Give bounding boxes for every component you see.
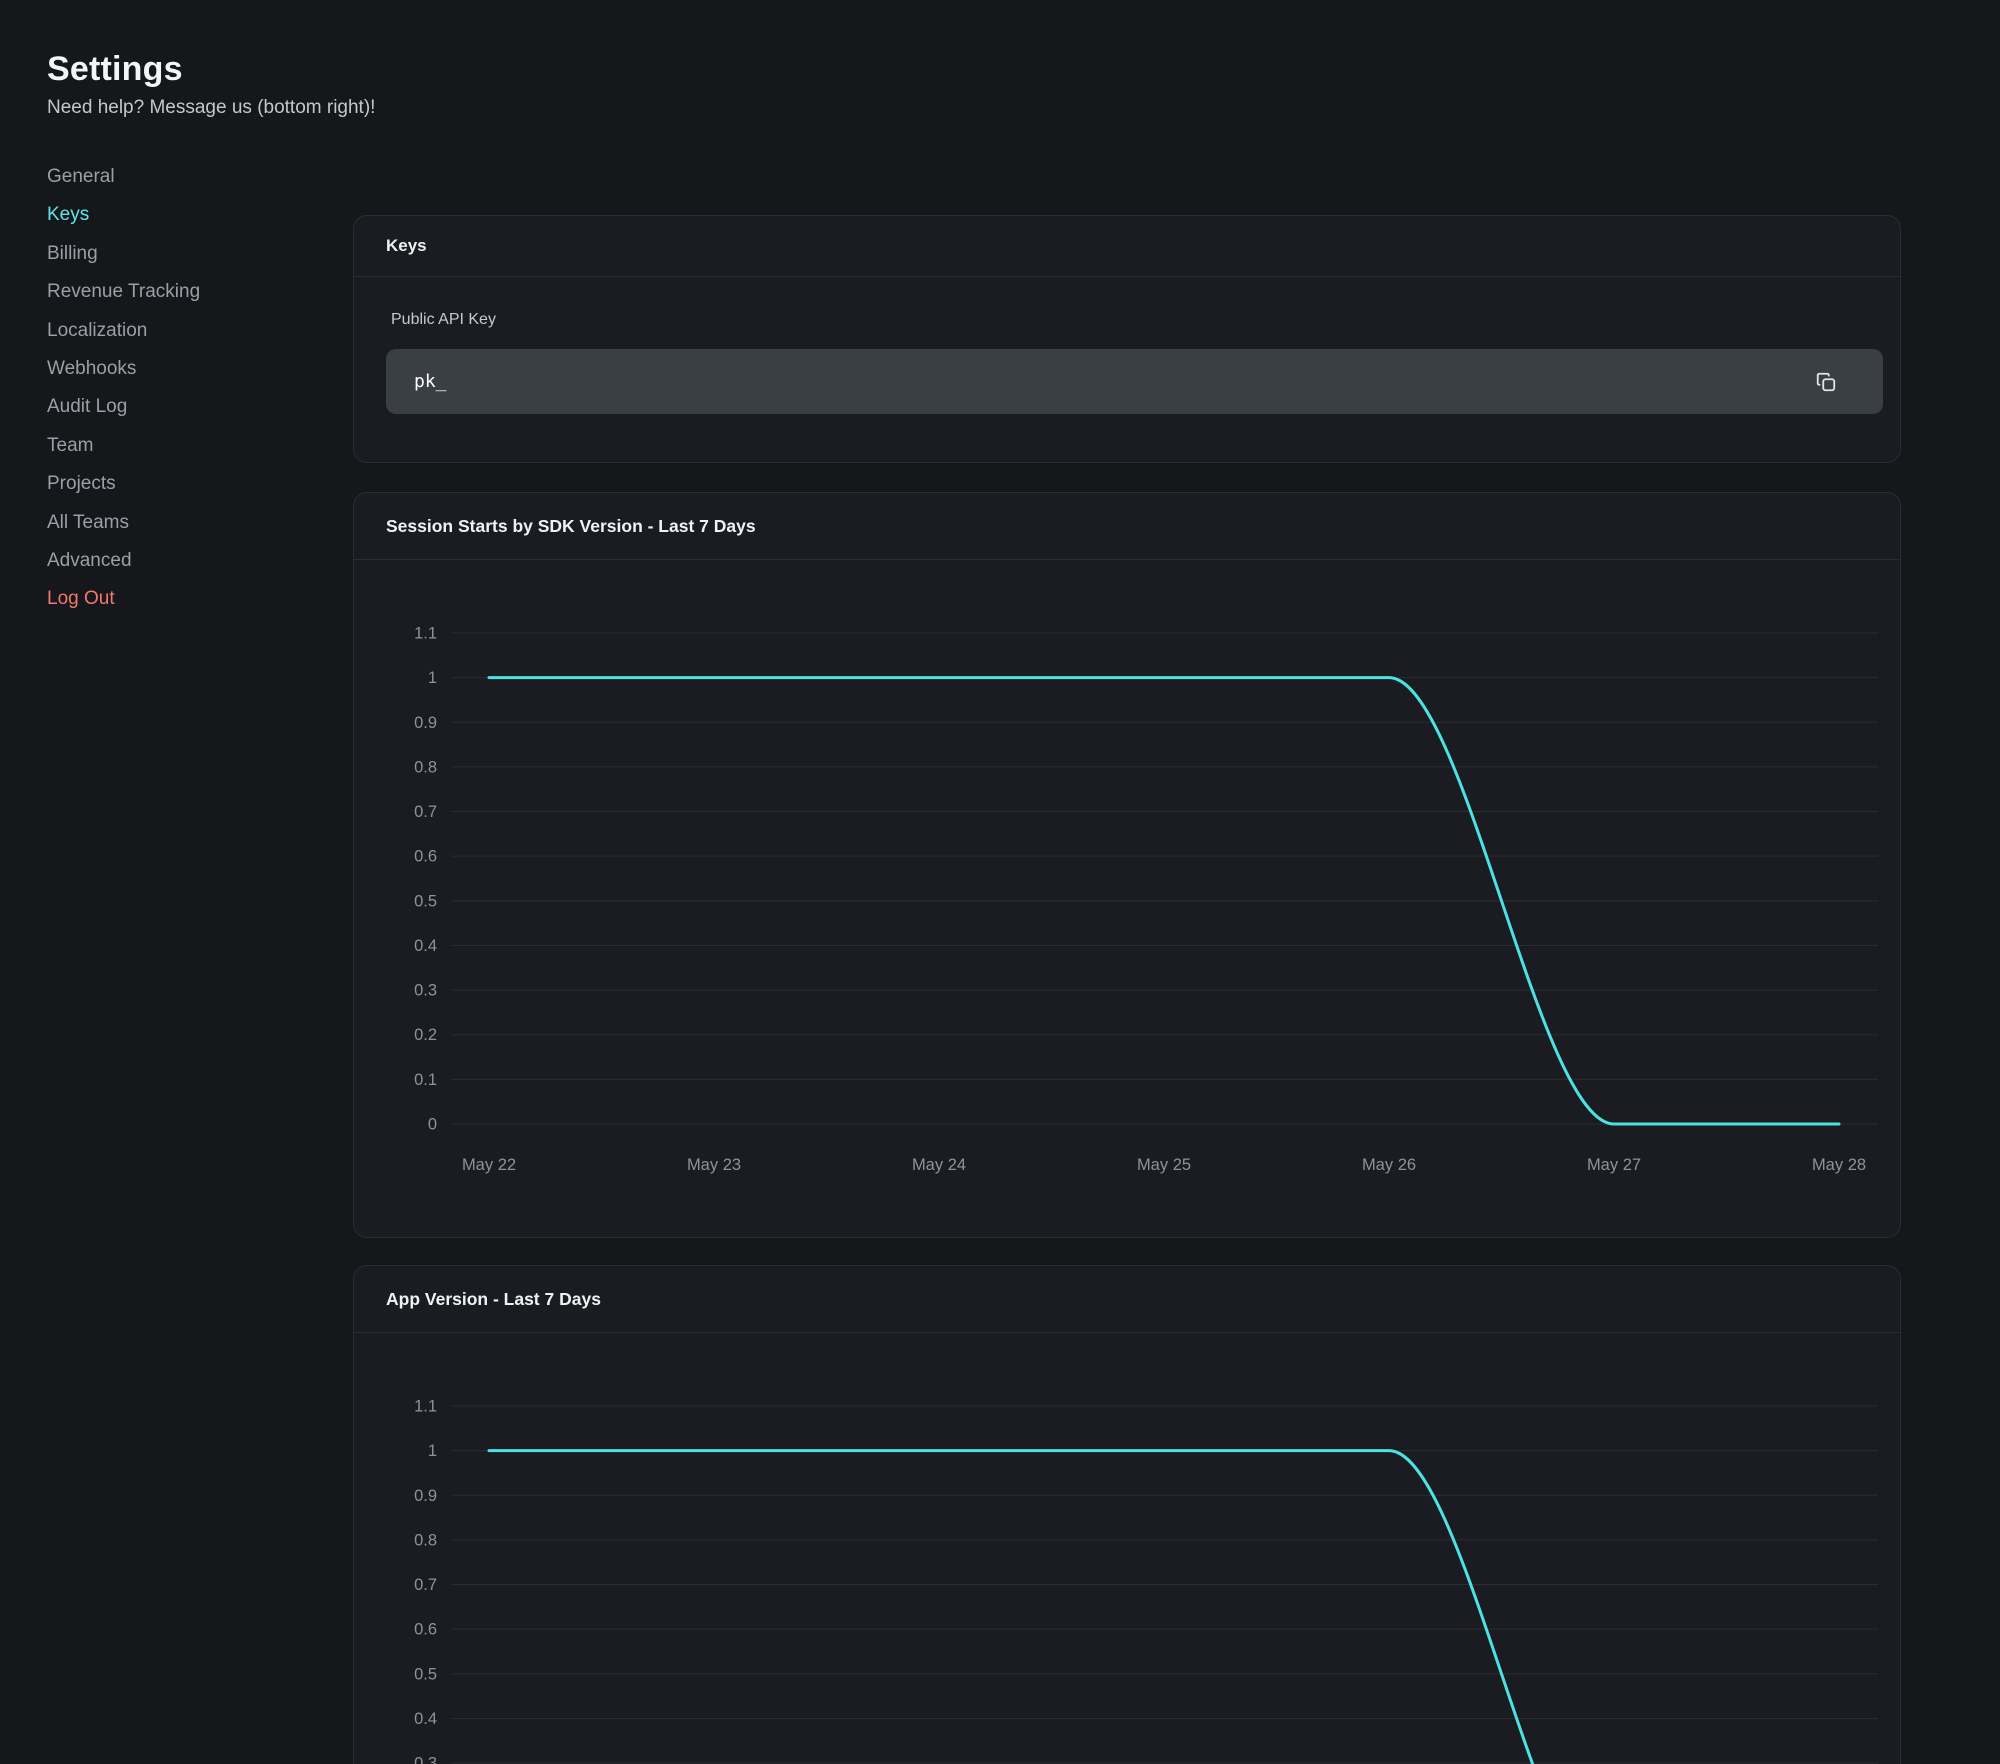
sidebar-item-audit-log[interactable]: Audit Log (47, 397, 307, 435)
svg-text:0.9: 0.9 (414, 714, 437, 732)
svg-text:May 28: May 28 (1812, 1156, 1866, 1174)
svg-text:0.7: 0.7 (414, 1576, 437, 1594)
sdk-version-chart-title: Session Starts by SDK Version - Last 7 D… (354, 493, 1900, 560)
sidebar-item-projects[interactable]: Projects (47, 474, 307, 512)
svg-text:May 23: May 23 (687, 1156, 741, 1174)
copy-icon (1815, 371, 1837, 393)
sidebar: GeneralKeysBillingRevenue TrackingLocali… (47, 167, 307, 628)
svg-text:0.8: 0.8 (414, 758, 437, 776)
sidebar-item-general[interactable]: General (47, 167, 307, 205)
sidebar-item-all-teams[interactable]: All Teams (47, 513, 307, 551)
svg-text:0.3: 0.3 (414, 982, 437, 1000)
sidebar-item-log-out[interactable]: Log Out (47, 589, 307, 627)
sidebar-item-advanced[interactable]: Advanced (47, 551, 307, 589)
page-title: Settings (47, 50, 183, 89)
sdk-version-line-chart: 1.1 1 0.9 0.8 0.7 0.6 0.5 0.4 0.3 0.2 0.1 0 May 22 Ma… (354, 560, 1902, 1238)
sidebar-item-localization[interactable]: Localization (47, 321, 307, 359)
svg-text:0.8: 0.8 (414, 1531, 437, 1549)
svg-text:1.1: 1.1 (414, 625, 437, 643)
sidebar-item-webhooks[interactable]: Webhooks (47, 359, 307, 397)
svg-text:0.6: 0.6 (414, 848, 437, 866)
page-subtitle: Need help? Message us (bottom right)! (47, 97, 375, 119)
public-api-key-label: Public API Key (391, 311, 496, 329)
settings-page: Settings Need help? Message us (bottom r… (0, 0, 2000, 1764)
keys-card: Keys Public API Key pk_ (353, 215, 1901, 463)
svg-text:1: 1 (428, 669, 437, 687)
sidebar-item-keys[interactable]: Keys (47, 205, 307, 243)
svg-text:0: 0 (428, 1116, 437, 1134)
keys-card-title: Keys (354, 216, 1900, 277)
svg-text:0.7: 0.7 (414, 803, 437, 821)
svg-text:0.4: 0.4 (414, 937, 437, 955)
sdk-version-chart-card: Session Starts by SDK Version - Last 7 D… (353, 492, 1901, 1238)
public-api-key-value: pk_ (414, 371, 1813, 392)
sidebar-item-revenue-tracking[interactable]: Revenue Tracking (47, 282, 307, 320)
svg-text:0.6: 0.6 (414, 1621, 437, 1639)
svg-text:0.3: 0.3 (414, 1755, 437, 1764)
copy-api-key-button[interactable] (1813, 369, 1839, 395)
sidebar-item-team[interactable]: Team (47, 436, 307, 474)
svg-text:1: 1 (428, 1442, 437, 1460)
svg-text:1.1: 1.1 (414, 1398, 437, 1416)
svg-text:May 25: May 25 (1137, 1156, 1191, 1174)
svg-text:May 26: May 26 (1362, 1156, 1416, 1174)
app-version-chart-title: App Version - Last 7 Days (354, 1266, 1900, 1333)
svg-text:0.4: 0.4 (414, 1710, 437, 1728)
svg-text:0.9: 0.9 (414, 1487, 437, 1505)
app-version-chart-card: App Version - Last 7 Days 1.1 1 0.9 0.8 0.7 0… (353, 1265, 1901, 1764)
svg-text:May 22: May 22 (462, 1156, 516, 1174)
svg-text:0.5: 0.5 (414, 892, 437, 910)
svg-text:May 24: May 24 (912, 1156, 966, 1174)
svg-text:0.5: 0.5 (414, 1665, 437, 1683)
svg-text:0.2: 0.2 (414, 1026, 437, 1044)
svg-text:0.1: 0.1 (414, 1071, 437, 1089)
app-version-line-chart: 1.110.90.80.70.60.50.40.30.20.10May 22Ma… (354, 1333, 1902, 1764)
svg-text:May 27: May 27 (1587, 1156, 1641, 1174)
public-api-key-field[interactable]: pk_ (386, 349, 1883, 414)
sidebar-item-billing[interactable]: Billing (47, 244, 307, 282)
